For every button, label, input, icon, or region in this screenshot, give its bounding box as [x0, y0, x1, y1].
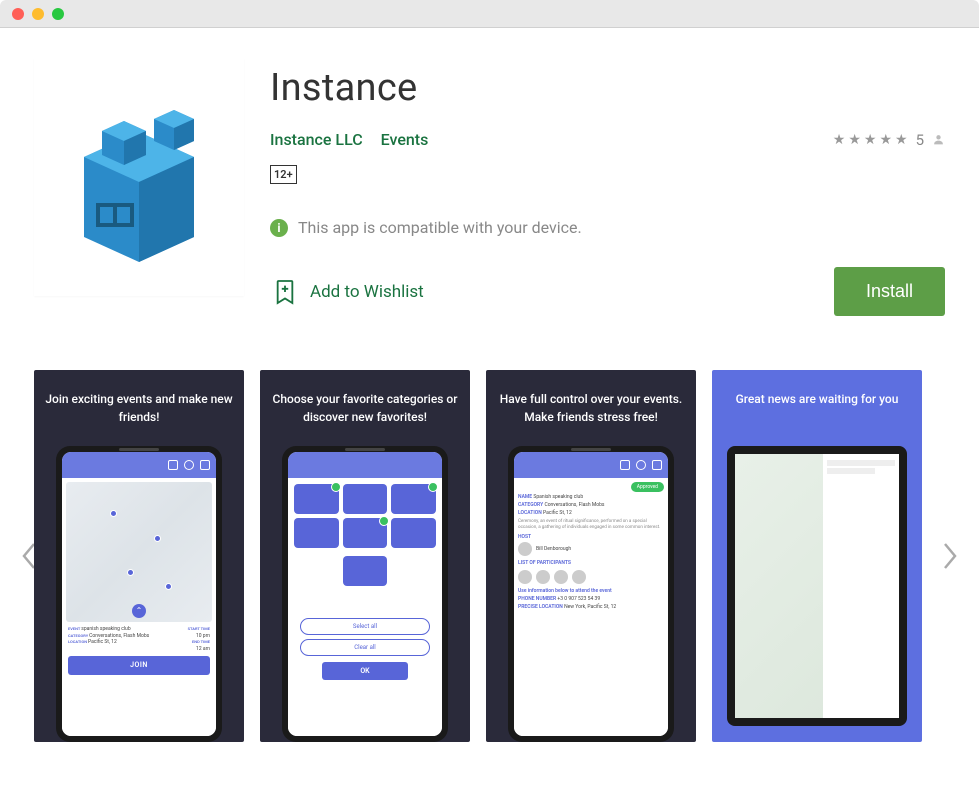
rating-stars: ★ ★ ★ ★ ★: [833, 132, 908, 148]
phone-mockup: Approved NAME Spanish speaking club CATE…: [508, 446, 674, 742]
developer-link[interactable]: Instance LLC: [270, 130, 363, 149]
install-button[interactable]: Install: [834, 267, 945, 316]
screenshot-slide[interactable]: Great news are waiting for you: [712, 370, 922, 742]
wishlist-label: Add to Wishlist: [310, 282, 424, 302]
slide-caption: Have full control over your events. Make…: [496, 390, 686, 434]
slide-caption: Join exciting events and make new friend…: [44, 390, 234, 434]
star-icon: ★: [879, 132, 892, 148]
star-icon: ★: [833, 132, 846, 148]
screenshot-slide[interactable]: Join exciting events and make new friend…: [34, 370, 244, 742]
compatibility-text: This app is compatible with your device.: [298, 218, 582, 237]
rating-value: 5: [916, 131, 924, 149]
star-icon: ★: [848, 132, 861, 148]
slide-caption: Great news are waiting for you: [736, 390, 899, 434]
reviewers-icon: [932, 133, 945, 146]
phone-mockup: ⌃ EVENT spanish speaking club CATEGORY C…: [56, 446, 222, 742]
rating-block: ★ ★ ★ ★ ★ 5: [833, 131, 945, 149]
info-icon: i: [270, 219, 288, 237]
slide-caption: Choose your favorite categories or disco…: [270, 390, 460, 434]
add-to-wishlist-button[interactable]: Add to Wishlist: [270, 279, 424, 305]
app-icon: [34, 58, 244, 296]
carousel-next-button[interactable]: [933, 526, 967, 586]
star-icon: ★: [864, 132, 877, 148]
window-minimize-button[interactable]: [32, 8, 44, 20]
chevron-right-icon: [941, 541, 959, 571]
category-link[interactable]: Events: [381, 130, 429, 149]
tablet-mockup: [727, 446, 907, 726]
screenshot-slide[interactable]: Choose your favorite categories or disco…: [260, 370, 470, 742]
window-close-button[interactable]: [12, 8, 24, 20]
bookmark-add-icon: [274, 279, 296, 305]
app-title: Instance: [270, 66, 945, 110]
screenshot-carousel: Join exciting events and make new friend…: [34, 370, 945, 742]
window-titlebar: [0, 0, 979, 28]
star-icon: ★: [895, 132, 908, 148]
screenshot-slide[interactable]: Have full control over your events. Make…: [486, 370, 696, 742]
phone-mockup: Select all Clear all OK: [282, 446, 448, 742]
age-rating-badge: 12+: [270, 165, 297, 184]
window-maximize-button[interactable]: [52, 8, 64, 20]
